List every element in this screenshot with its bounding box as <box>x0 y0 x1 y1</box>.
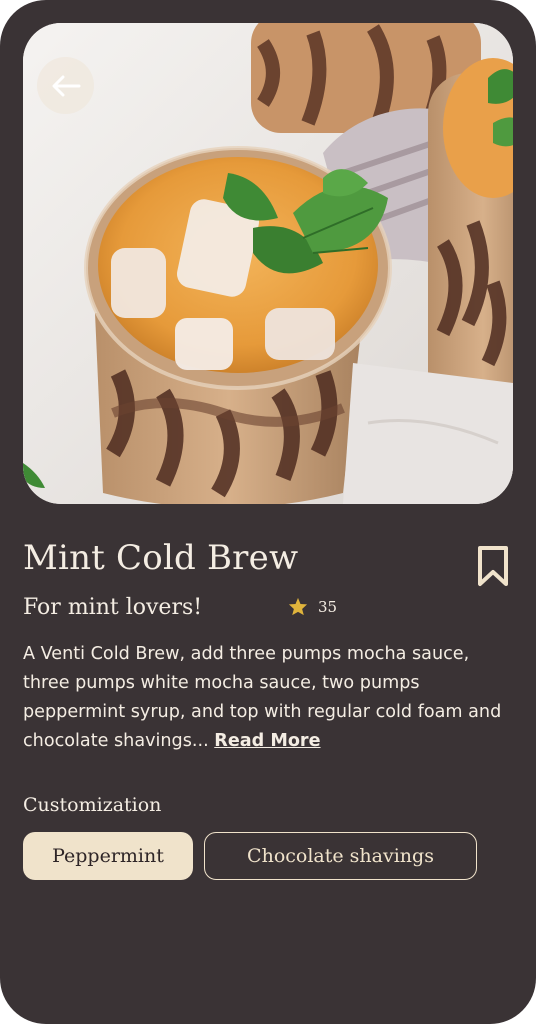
drink-title: Mint Cold Brew <box>23 538 299 578</box>
drink-detail-screen: Mint Cold Brew For mint lovers! 35 A Ven… <box>0 0 536 1024</box>
bookmark-icon <box>478 546 508 586</box>
back-button[interactable] <box>37 57 94 114</box>
read-more-link[interactable]: Read More <box>214 731 320 751</box>
rating-count: 35 <box>318 597 338 616</box>
rating: 35 <box>288 597 337 616</box>
star-icon <box>288 597 308 616</box>
drink-description: A Venti Cold Brew, add three pumps mocha… <box>23 640 508 756</box>
bookmark-button[interactable] <box>474 544 512 588</box>
customization-chip-chocolate-shavings[interactable]: Chocolate shavings <box>204 832 477 880</box>
arrow-left-icon <box>52 75 80 96</box>
customization-label: Customization <box>23 794 162 816</box>
drink-photo <box>23 23 513 504</box>
drink-subtitle: For mint lovers! <box>23 595 203 620</box>
customization-chip-peppermint[interactable]: Peppermint <box>23 832 193 880</box>
